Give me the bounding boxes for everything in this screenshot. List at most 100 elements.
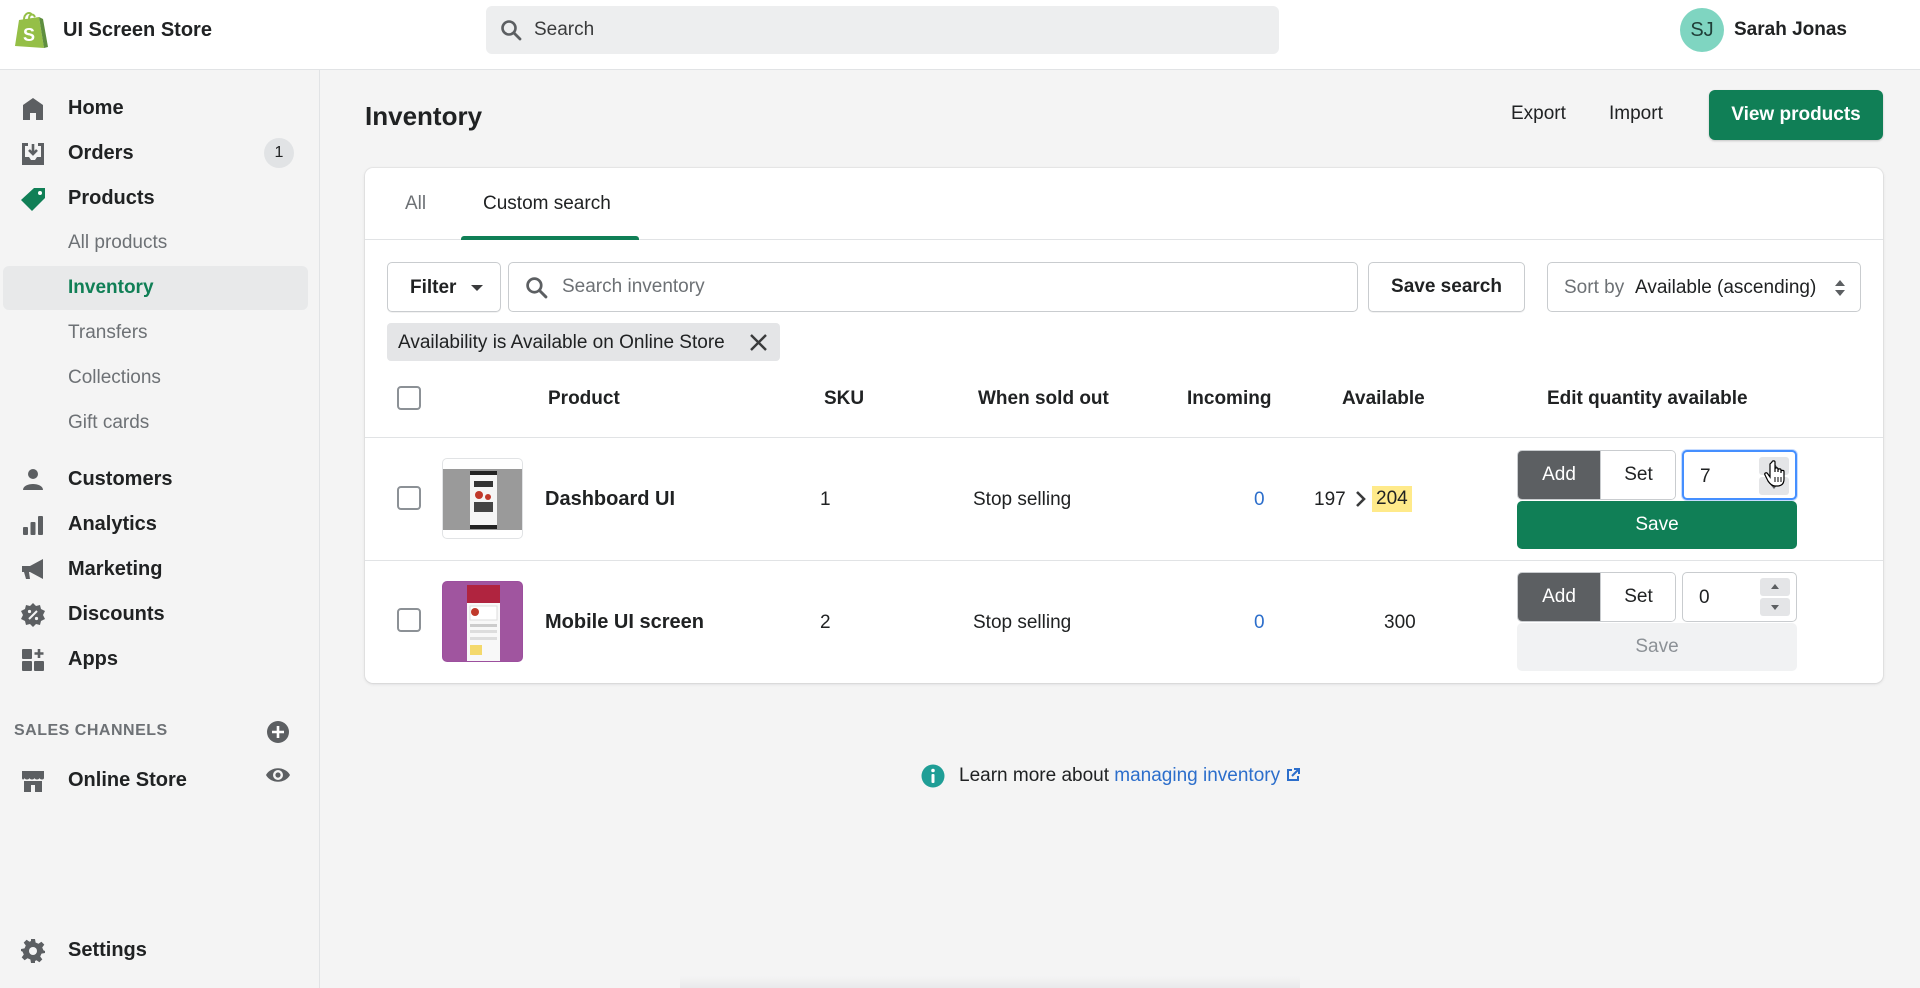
caret-down-icon bbox=[471, 285, 483, 291]
sku-value: 1 bbox=[820, 489, 831, 510]
sidebar-subitem-label: All products bbox=[68, 232, 168, 253]
sidebar-item-orders[interactable]: Orders 1 bbox=[0, 131, 310, 175]
avatar: SJ bbox=[1680, 8, 1724, 52]
mode-add-button[interactable]: Add bbox=[1518, 573, 1600, 621]
chevron-right-icon bbox=[1356, 491, 1366, 507]
decrement-button[interactable] bbox=[1760, 598, 1790, 616]
sidebar-item-label: Marketing bbox=[68, 558, 163, 580]
filter-label: Filter bbox=[410, 277, 457, 298]
column-header-product[interactable]: Product bbox=[548, 388, 620, 410]
sidebar-subitem-inventory[interactable]: Inventory bbox=[3, 266, 308, 310]
import-button[interactable]: Import bbox=[1609, 103, 1663, 125]
row-checkbox[interactable] bbox=[397, 608, 421, 632]
customer-icon bbox=[23, 469, 43, 490]
select-all-checkbox[interactable] bbox=[397, 386, 421, 410]
inventory-search[interactable] bbox=[508, 262, 1358, 312]
pointer-cursor-icon bbox=[1764, 460, 1785, 487]
sort-value: Available (ascending) bbox=[1635, 277, 1817, 298]
sidebar-item-home[interactable]: Home bbox=[0, 86, 310, 130]
discount-icon bbox=[21, 603, 45, 627]
product-thumbnail[interactable] bbox=[442, 458, 523, 539]
sidebar-item-label: Customers bbox=[68, 468, 173, 490]
svg-text:S: S bbox=[23, 25, 35, 45]
when-sold-out-value: Stop selling bbox=[973, 612, 1072, 633]
sidebar-subitem-label: Gift cards bbox=[68, 412, 150, 433]
close-icon[interactable] bbox=[749, 333, 768, 352]
view-products-button[interactable]: View products bbox=[1709, 90, 1883, 140]
product-name[interactable]: Mobile UI screen bbox=[545, 611, 704, 634]
sidebar-subitem-collections[interactable]: Collections bbox=[3, 356, 308, 400]
save-quantity-button: Save bbox=[1517, 623, 1797, 671]
sidebar-item-settings[interactable]: Settings bbox=[0, 928, 310, 972]
quantity-input[interactable] bbox=[1700, 464, 1760, 490]
user-menu[interactable]: SJ Sarah Jonas bbox=[1670, 8, 1920, 52]
mode-set-button[interactable]: Set bbox=[1600, 573, 1675, 621]
sidebar-item-label: Apps bbox=[68, 648, 118, 670]
quantity-input[interactable] bbox=[1699, 585, 1759, 611]
mode-add-button[interactable]: Add bbox=[1518, 451, 1600, 499]
view-online-store-eye-icon[interactable] bbox=[265, 764, 291, 786]
column-header-sku[interactable]: SKU bbox=[824, 388, 864, 410]
sidebar-subitem-label: Collections bbox=[68, 367, 161, 388]
tab-bar: All Custom search bbox=[365, 168, 1883, 240]
sidebar-item-label: Orders bbox=[68, 142, 134, 164]
sidebar-item-discounts[interactable]: Discounts bbox=[0, 592, 310, 636]
column-header-available[interactable]: Available bbox=[1342, 388, 1425, 410]
sidebar-item-customers[interactable]: Customers bbox=[0, 457, 310, 501]
mode-set-button[interactable]: Set bbox=[1600, 451, 1675, 499]
analytics-icon bbox=[23, 516, 43, 535]
export-button[interactable]: Export bbox=[1511, 103, 1566, 125]
filter-button[interactable]: Filter bbox=[387, 262, 501, 312]
save-quantity-button[interactable]: Save bbox=[1517, 501, 1797, 549]
add-sales-channel-icon[interactable] bbox=[266, 720, 290, 744]
new-available-value: 204 bbox=[1372, 486, 1412, 512]
tag-icon bbox=[21, 188, 45, 211]
sidebar-item-analytics[interactable]: Analytics bbox=[0, 502, 310, 546]
shopify-logo-icon[interactable]: S bbox=[13, 10, 49, 50]
sidebar-item-products[interactable]: Products bbox=[0, 176, 310, 220]
sidebar-subitem-transfers[interactable]: Transfers bbox=[3, 311, 308, 355]
available-value: 197 bbox=[1314, 489, 1346, 510]
global-search-input[interactable] bbox=[534, 6, 1234, 54]
tab-custom-search[interactable]: Custom search bbox=[483, 193, 611, 215]
product-name[interactable]: Dashboard UI bbox=[545, 488, 675, 511]
product-thumbnail[interactable] bbox=[442, 581, 523, 662]
sidebar-item-marketing[interactable]: Marketing bbox=[0, 547, 310, 591]
sort-select[interactable]: Sort by Available (ascending) bbox=[1547, 262, 1861, 312]
gear-icon bbox=[21, 939, 45, 963]
increment-button[interactable] bbox=[1760, 578, 1790, 596]
stepper-controls bbox=[1760, 578, 1790, 616]
sku-value: 2 bbox=[820, 612, 831, 633]
sidebar-item-online-store[interactable]: Online Store bbox=[0, 758, 310, 802]
inventory-card: All Custom search Filter Save search Sor… bbox=[365, 168, 1883, 683]
user-name: Sarah Jonas bbox=[1734, 19, 1847, 40]
tab-all[interactable]: All bbox=[405, 193, 426, 215]
search-icon bbox=[501, 20, 522, 41]
product-image bbox=[443, 582, 522, 661]
column-header-when-sold-out[interactable]: When sold out bbox=[978, 388, 1109, 410]
info-icon bbox=[921, 764, 945, 788]
row-checkbox[interactable] bbox=[397, 486, 421, 510]
store-name[interactable]: UI Screen Store bbox=[63, 19, 212, 42]
caret-down-icon bbox=[1771, 605, 1779, 610]
save-search-button[interactable]: Save search bbox=[1368, 262, 1525, 312]
global-search[interactable] bbox=[486, 6, 1279, 54]
external-link-icon bbox=[1287, 768, 1301, 781]
page-title: Inventory bbox=[365, 101, 483, 131]
incoming-value[interactable]: 0 bbox=[1254, 489, 1265, 511]
inventory-search-input[interactable] bbox=[562, 263, 1342, 311]
megaphone-icon bbox=[22, 559, 43, 579]
sort-prefix: Sort by bbox=[1564, 277, 1625, 298]
quantity-stepper[interactable] bbox=[1682, 572, 1797, 622]
sidebar-subitem-label: Inventory bbox=[68, 277, 154, 298]
managing-inventory-link[interactable]: managing inventory bbox=[1114, 765, 1301, 786]
sidebar-item-apps[interactable]: Apps bbox=[0, 637, 310, 681]
caret-up-icon bbox=[1771, 584, 1779, 589]
incoming-value[interactable]: 0 bbox=[1254, 612, 1265, 634]
column-header-incoming[interactable]: Incoming bbox=[1187, 388, 1271, 410]
top-bar: S UI Screen Store SJ Sarah Jonas bbox=[0, 0, 1920, 70]
sidebar: Home Orders 1 Products All products Inve… bbox=[0, 70, 320, 988]
sidebar-subitem-gift-cards[interactable]: Gift cards bbox=[3, 401, 308, 445]
sidebar-subitem-all-products[interactable]: All products bbox=[3, 221, 308, 265]
sidebar-subitem-label: Transfers bbox=[68, 322, 148, 343]
